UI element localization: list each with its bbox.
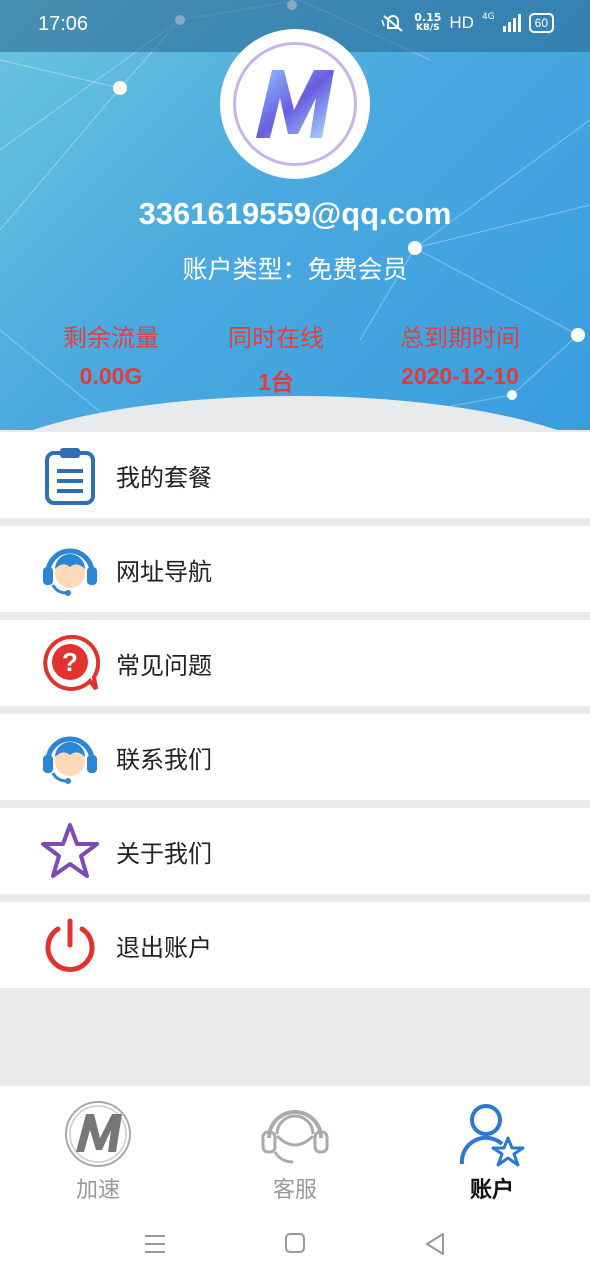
avatar[interactable] <box>220 29 370 179</box>
stat-value: 0.00G <box>79 363 143 389</box>
stat-value: 2020-12-10 <box>401 363 519 389</box>
menu-label: 退出账户 <box>116 934 212 962</box>
tab-label: 客服 <box>272 1178 317 1203</box>
battery-icon: 60 <box>528 13 554 33</box>
stat-expiry-date: 总到期时间 2020-12-10 <box>370 318 550 390</box>
menu-item-url-navigation[interactable]: 网址导航 <box>0 526 590 612</box>
tab-customer-service[interactable]: 客服 <box>197 1086 393 1212</box>
avatar-ring <box>233 42 357 166</box>
stat-label: 总到期时间 <box>400 324 520 352</box>
account-email: 3361619559@qq.com <box>138 196 452 231</box>
stat-value: 1台 <box>258 369 294 395</box>
tab-label: 账户 <box>469 1178 514 1203</box>
menu-label: 常见问题 <box>116 652 212 680</box>
stat-label: 同时在线 <box>228 324 324 352</box>
menu-item-contact-us[interactable]: 联系我们 <box>0 714 590 800</box>
network-type: 4G <box>481 12 495 22</box>
tab-account[interactable]: 账户 <box>394 1086 590 1212</box>
stat-label: 剩余流量 <box>63 324 159 352</box>
tab-label: 加速 <box>75 1178 120 1203</box>
menu-item-faq[interactable]: ? 常见问题 <box>0 620 590 706</box>
network-speed: 0.15 KB/S <box>414 12 441 34</box>
menu-key-icon[interactable] <box>143 1232 167 1256</box>
system-navigation <box>0 1212 590 1280</box>
mute-bell-icon <box>381 15 403 32</box>
menu-item-my-plan[interactable]: 我的套餐 <box>0 432 590 518</box>
stat-remaining-traffic: 剩余流量 0.00G <box>40 318 182 390</box>
status-icons: 0.15 KB/S HD 4G 60 <box>380 12 554 34</box>
menu-item-about-us[interactable]: 关于我们 <box>0 808 590 894</box>
star-icon <box>41 823 99 878</box>
menu-label: 联系我们 <box>116 746 212 774</box>
logo-m-icon <box>65 1101 131 1167</box>
home-key-icon[interactable] <box>284 1232 306 1254</box>
headset-icon <box>261 1110 329 1164</box>
speed-value: 0.15 <box>414 11 442 24</box>
bottom-navigation: 加速 客服 账户 <box>0 1086 590 1212</box>
menu-label: 网址导航 <box>116 558 212 586</box>
back-key-icon[interactable] <box>424 1232 446 1256</box>
status-time: 17:06 <box>38 13 89 35</box>
question-icon: ? <box>43 634 100 691</box>
signal-icon <box>502 14 521 32</box>
speed-unit: KB/S <box>416 23 440 33</box>
tab-accelerate[interactable]: 加速 <box>0 1086 196 1212</box>
clipboard-icon <box>45 448 95 505</box>
headset-icon <box>43 736 97 784</box>
headset-icon <box>43 548 97 596</box>
power-icon <box>45 918 95 972</box>
svg-text:?: ? <box>62 647 78 677</box>
menu-label: 我的套餐 <box>116 464 212 492</box>
account-stats: 剩余流量 0.00G 同时在线 1台 总到期时间 2020-12-10 <box>0 318 590 398</box>
user-star-icon <box>459 1104 525 1167</box>
account-type: 账户类型：免费会员 <box>182 255 408 284</box>
hd-indicator: HD <box>449 13 474 32</box>
stat-simultaneous-online: 同时在线 1台 <box>205 318 347 397</box>
logo-m-icon <box>256 70 334 138</box>
menu-item-logout[interactable]: 退出账户 <box>0 902 590 988</box>
menu-label: 关于我们 <box>116 840 212 868</box>
